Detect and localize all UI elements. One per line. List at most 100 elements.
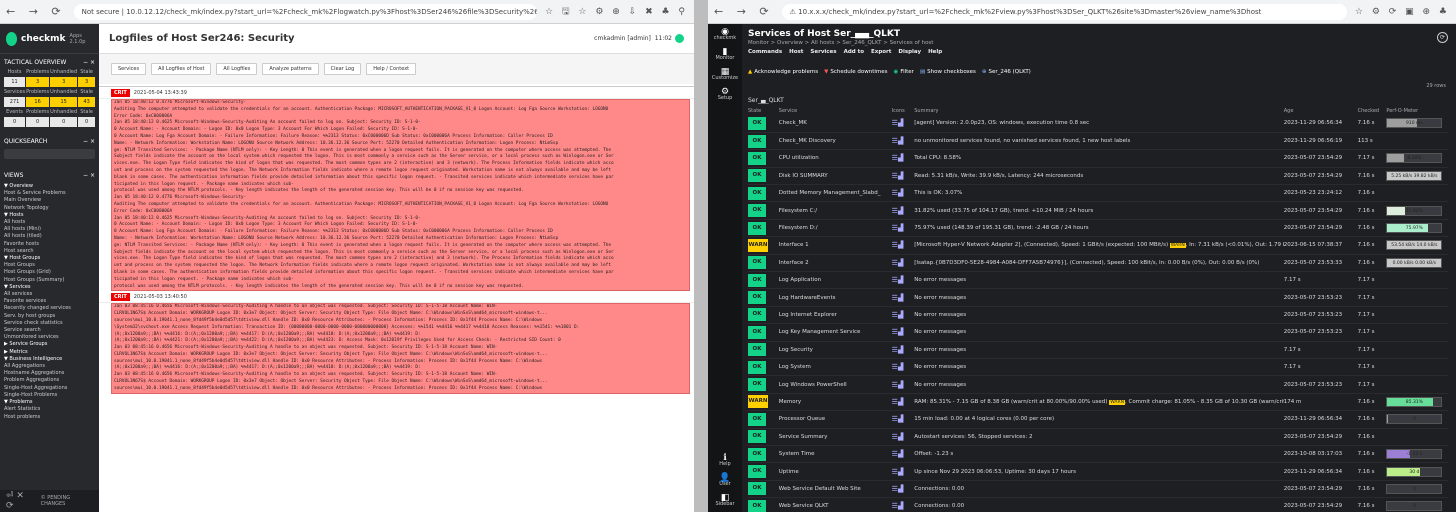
toolbar-button[interactable]: Help / Context: [366, 63, 417, 75]
graph-icon[interactable]: ▟: [898, 224, 903, 232]
tactical-value[interactable]: 0: [78, 117, 95, 127]
service-name[interactable]: Interface 2: [778, 254, 892, 273]
service-row[interactable]: WARN Memory ☰▟ RAM: 85.31% - 7.15 GB of 8.3…: [748, 393, 1448, 412]
graph-icon[interactable]: ▟: [898, 328, 903, 336]
service-name[interactable]: CPU utilization: [778, 149, 892, 168]
graph-icon[interactable]: ▟: [898, 259, 903, 267]
browser-nav-icons[interactable]: ← → ⟳: [6, 5, 66, 18]
service-row[interactable]: OK Log Windows PowerShell ☰▟ No error messa…: [748, 375, 1448, 394]
tactical-value[interactable]: 0: [4, 117, 26, 127]
breadcrumb[interactable]: Monitor > Overview > All hosts > Ser_246…: [748, 40, 1450, 46]
service-name[interactable]: Log Key Management Service: [778, 323, 892, 342]
sidebar-item-setup[interactable]: ⚙ Setup: [708, 84, 742, 104]
views-item[interactable]: ▶ Metrics: [4, 349, 95, 356]
service-name[interactable]: Log HardwareEvents: [778, 288, 892, 307]
service-name[interactable]: Filesystem C:/: [778, 201, 892, 220]
column-header[interactable]: Icons: [892, 106, 915, 115]
graph-icon[interactable]: ▟: [898, 311, 903, 319]
views-item[interactable]: Network Topology: [4, 205, 95, 212]
tactical-value[interactable]: 0: [50, 117, 78, 127]
graph-icon[interactable]: ▟: [898, 119, 903, 127]
tactical-value[interactable]: 11: [4, 77, 26, 87]
column-header[interactable]: Age: [1284, 106, 1358, 115]
action-downtime[interactable]: ▼ Schedule downtimes: [824, 69, 887, 75]
views-item[interactable]: All hosts: [4, 219, 95, 226]
menu-services[interactable]: Services: [810, 49, 836, 57]
service-name[interactable]: Log Security: [778, 341, 892, 359]
graph-icon[interactable]: ▟: [898, 276, 903, 284]
views-item[interactable]: Unmonitored services: [4, 334, 95, 341]
service-row[interactable]: OK Log Security ☰▟ No error messages 7.17 s7…: [748, 341, 1448, 359]
service-row[interactable]: OK Service Summary ☰▟ Autostart services: 5…: [748, 428, 1448, 446]
graph-icon[interactable]: ▟: [898, 137, 903, 145]
views-item[interactable]: Problem Aggregations: [4, 377, 95, 384]
menu-export[interactable]: Export: [871, 49, 891, 57]
views-header[interactable]: VIEWS − ×: [0, 167, 99, 181]
graph-icon[interactable]: ▟: [898, 363, 903, 371]
tactical-value[interactable]: 43: [78, 97, 95, 107]
tactical-value[interactable]: 271: [4, 97, 26, 107]
views-item[interactable]: All hosts (tiled): [4, 233, 95, 240]
service-row[interactable]: OK Filesystem C:/☰▟ 31.82% used (33.75 of …: [748, 201, 1448, 220]
service-name[interactable]: System Time: [778, 445, 892, 464]
service-row[interactable]: WARN Interface 1 ☰▟ [Microsoft Hyper-V Netw…: [748, 236, 1448, 255]
menu-commands[interactable]: Commands: [748, 49, 782, 57]
column-header[interactable]: Service: [779, 106, 892, 115]
service-row[interactable]: OK CPU utilization ☰▟ Total CPU: 8.58% 2023-…: [748, 149, 1448, 168]
service-row[interactable]: OK Processor Queue ☰▟ 15 min load: 0.00 at …: [748, 410, 1448, 429]
views-item[interactable]: Host Groups (Grid): [4, 269, 95, 276]
column-header[interactable]: Perf-O-Meter: [1386, 106, 1448, 115]
service-name[interactable]: Log Windows PowerShell: [778, 375, 892, 394]
service-row[interactable]: OK Filesystem D:/☰▟ 75.97% used (148.39 of…: [748, 219, 1448, 238]
checkmk-logo[interactable]: checkmk Apps 2.1.0p: [0, 24, 99, 54]
service-name[interactable]: Service Summary: [778, 428, 892, 446]
graph-icon[interactable]: ▟: [898, 415, 903, 423]
views-item[interactable]: ▼ Overview: [4, 183, 95, 190]
graph-icon[interactable]: ▟: [898, 154, 903, 162]
sidebar-item-sidebar[interactable]: ◧ Sidebar: [708, 490, 742, 510]
views-item[interactable]: Host Groups: [4, 262, 95, 269]
views-item[interactable]: ▶ Service Groups: [4, 341, 95, 348]
views-item[interactable]: Service search: [4, 327, 95, 334]
sidebar-item-customize[interactable]: ▦ Customize: [708, 64, 742, 84]
extension-icons[interactable]: ☆ ⚙ ⟳ ▣ ⊕ ♣: [1355, 7, 1450, 17]
service-name[interactable]: Web Service QLKT: [778, 497, 892, 512]
views-item[interactable]: All hosts (Mini): [4, 226, 95, 233]
host-group-title[interactable]: Ser_▄_QLKT: [742, 89, 1456, 106]
service-name[interactable]: Disk IO SUMMARY: [778, 167, 892, 186]
menu-add-to[interactable]: Add to: [844, 49, 864, 57]
views-item[interactable]: Host & Service Problems: [4, 190, 95, 197]
tactical-value[interactable]: 15: [50, 97, 78, 107]
service-row[interactable]: OK Log HardwareEvents ☰▟ No error messages 2…: [748, 288, 1448, 307]
extension-icons[interactable]: ☆ 🖫 ☆ ⚙ ⊕ ⇩ ✖ ♣ ⚲: [545, 4, 688, 20]
toolbar-button[interactable]: Analyze patterns: [262, 63, 319, 75]
service-row[interactable]: OK Log Internet Explorer ☰▟ No error messag…: [748, 306, 1448, 325]
service-row[interactable]: OK Log Application ☰▟ No error messages 7.17…: [748, 271, 1448, 290]
action-acknowledge[interactable]: ▲ Acknowledge problems: [748, 69, 818, 75]
tactical-value[interactable]: 16: [26, 97, 50, 107]
service-name[interactable]: Processor Queue: [778, 410, 892, 429]
service-name[interactable]: Log System: [778, 358, 892, 377]
pending-changes[interactable]: © PENDING CHANGES: [41, 495, 93, 507]
graph-icon[interactable]: ▟: [898, 485, 903, 493]
graph-icon[interactable]: ▟: [898, 189, 903, 197]
menu-help[interactable]: Help: [928, 49, 942, 57]
column-header[interactable]: State: [748, 106, 779, 115]
views-item[interactable]: Hostname Aggregations: [4, 370, 95, 377]
service-row[interactable]: OK Uptime ☰▟ Up since Nov 29 2023 06:06:53,…: [748, 462, 1448, 481]
sidebar-item-checkmk[interactable]: ◉ checkmk: [708, 24, 742, 44]
service-row[interactable]: OK Check_MK Discovery ☰▟ no unmonitored ser…: [748, 132, 1448, 151]
service-row[interactable]: OK Disk IO SUMMARY ☰▟ Read: 5.31 kB/s, Writ…: [748, 167, 1448, 186]
footer-icons[interactable]: ⏎ ✕ ⟳: [6, 491, 33, 511]
graph-icon[interactable]: ▟: [898, 241, 903, 249]
quicksearch-input[interactable]: [4, 149, 95, 159]
sidebar-item-monitor[interactable]: ▮ Monitor: [708, 44, 742, 64]
views-item[interactable]: Host Groups (Summary): [4, 277, 95, 284]
graph-icon[interactable]: ▟: [898, 502, 903, 510]
collapse-icon[interactable]: − ×: [83, 59, 95, 66]
right-address-bar[interactable]: ⚠ 10.x.x.x/check_mk/index.py?start_url=%…: [781, 3, 1347, 20]
graph-icon[interactable]: ▟: [898, 398, 903, 406]
menu-display[interactable]: Display: [898, 49, 921, 57]
toolbar-button[interactable]: Services: [111, 63, 147, 75]
service-name[interactable]: Dotted Memory Management_Slabd_: [778, 184, 892, 203]
